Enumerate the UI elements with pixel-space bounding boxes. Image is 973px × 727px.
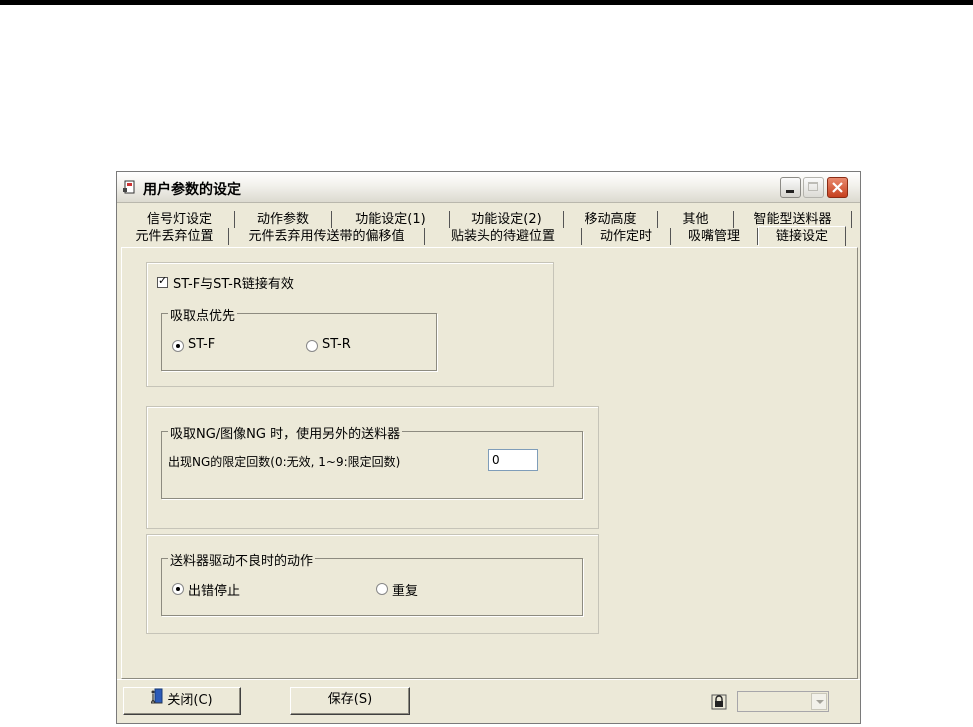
radio-error-stop-label: 出错停止 <box>188 584 241 599</box>
tab-panel: ST-F与ST-R链接有效 吸取点优先 ST-F ST-R 吸取NG/图像NG … <box>121 247 858 679</box>
link-enable-label: ST-F与ST-R链接有效 <box>173 277 294 292</box>
radio-repeat-label: 重复 <box>392 584 419 599</box>
feeder-fault-legend: 送料器驱动不良时的动作 <box>168 550 316 569</box>
user-level-combo[interactable] <box>737 691 829 712</box>
tab-function-1[interactable]: 功能设定(1) <box>332 211 450 228</box>
close-icon <box>832 182 843 193</box>
ng-limit-input[interactable]: 0 <box>488 449 538 471</box>
minimize-button[interactable] <box>780 177 801 198</box>
tab-nozzle-management[interactable]: 吸嘴管理 <box>671 228 758 245</box>
feeder-fault-frame: 送料器驱动不良时的动作 出错停止 重复 <box>146 534 599 634</box>
title-bar: 用户参数的设定 <box>117 172 860 203</box>
ng-group: 吸取NG/图像NG 时，使用另外的送料器 出现NG的限定回数(0:无效, 1~9… <box>161 423 583 499</box>
ng-limit-label: 出现NG的限定回数(0:无效, 1~9:限定回数) <box>168 455 401 469</box>
radio-error-stop[interactable] <box>172 583 184 595</box>
tab-conveyor-offset[interactable]: 元件丢弃用传送带的偏移值 <box>229 228 425 245</box>
close-button[interactable]: 关闭(C) <box>123 687 241 715</box>
pick-priority-group: 吸取点优先 ST-F ST-R <box>161 305 437 371</box>
tab-move-height[interactable]: 移动高度 <box>564 211 658 228</box>
pick-priority-legend: 吸取点优先 <box>168 305 238 324</box>
tab-signal-light[interactable]: 信号灯设定 <box>125 211 235 228</box>
top-rule <box>0 0 973 5</box>
tab-function-2[interactable]: 功能设定(2) <box>450 211 564 228</box>
tab-link-settings[interactable]: 链接设定 <box>758 226 846 246</box>
save-button-label: 保存(S) <box>327 692 373 707</box>
maximize-button[interactable] <box>803 177 824 198</box>
ng-frame: 吸取NG/图像NG 时，使用另外的送料器 出现NG的限定回数(0:无效, 1~9… <box>146 406 599 529</box>
radio-repeat[interactable] <box>376 583 388 595</box>
tab-head-escape[interactable]: 贴装头的待避位置 <box>425 228 582 245</box>
tab-other[interactable]: 其他 <box>658 211 734 228</box>
bottom-separator <box>117 679 860 680</box>
radio-st-f[interactable] <box>172 340 184 352</box>
close-button-label: 关闭(C) <box>167 693 213 708</box>
tab-row-2: 元件丢弃位置 元件丢弃用传送带的偏移值 贴装头的待避位置 动作定时 吸嘴管理 链… <box>121 226 856 246</box>
link-enable-checkbox[interactable] <box>157 274 168 288</box>
window-title: 用户参数的设定 <box>143 182 241 198</box>
close-window-button[interactable] <box>827 177 848 198</box>
ng-legend: 吸取NG/图像NG 时，使用另外的送料器 <box>168 423 403 442</box>
link-frame: ST-F与ST-R链接有效 吸取点优先 ST-F ST-R <box>146 262 554 387</box>
tab-motion-timing[interactable]: 动作定时 <box>582 228 671 245</box>
chevron-down-icon[interactable] <box>811 693 827 710</box>
radio-st-r-label: ST-R <box>322 337 351 352</box>
dialog-window: 用户参数的设定 信号灯设定 动作参数 功能设定(1) 功能设定(2) 移动高度 … <box>116 171 861 724</box>
tab-motion-params[interactable]: 动作参数 <box>235 211 332 228</box>
lock-icon <box>711 694 727 713</box>
save-button[interactable]: 保存(S) <box>290 687 410 715</box>
app-icon <box>123 180 137 194</box>
exit-door-icon <box>150 688 163 713</box>
radio-st-r[interactable] <box>306 340 318 352</box>
tab-row-1: 信号灯设定 动作参数 功能设定(1) 功能设定(2) 移动高度 其他 智能型送料… <box>121 211 856 229</box>
tab-discard-position[interactable]: 元件丢弃位置 <box>121 228 229 245</box>
radio-st-f-label: ST-F <box>188 337 216 352</box>
feeder-fault-group: 送料器驱动不良时的动作 出错停止 重复 <box>161 550 583 616</box>
